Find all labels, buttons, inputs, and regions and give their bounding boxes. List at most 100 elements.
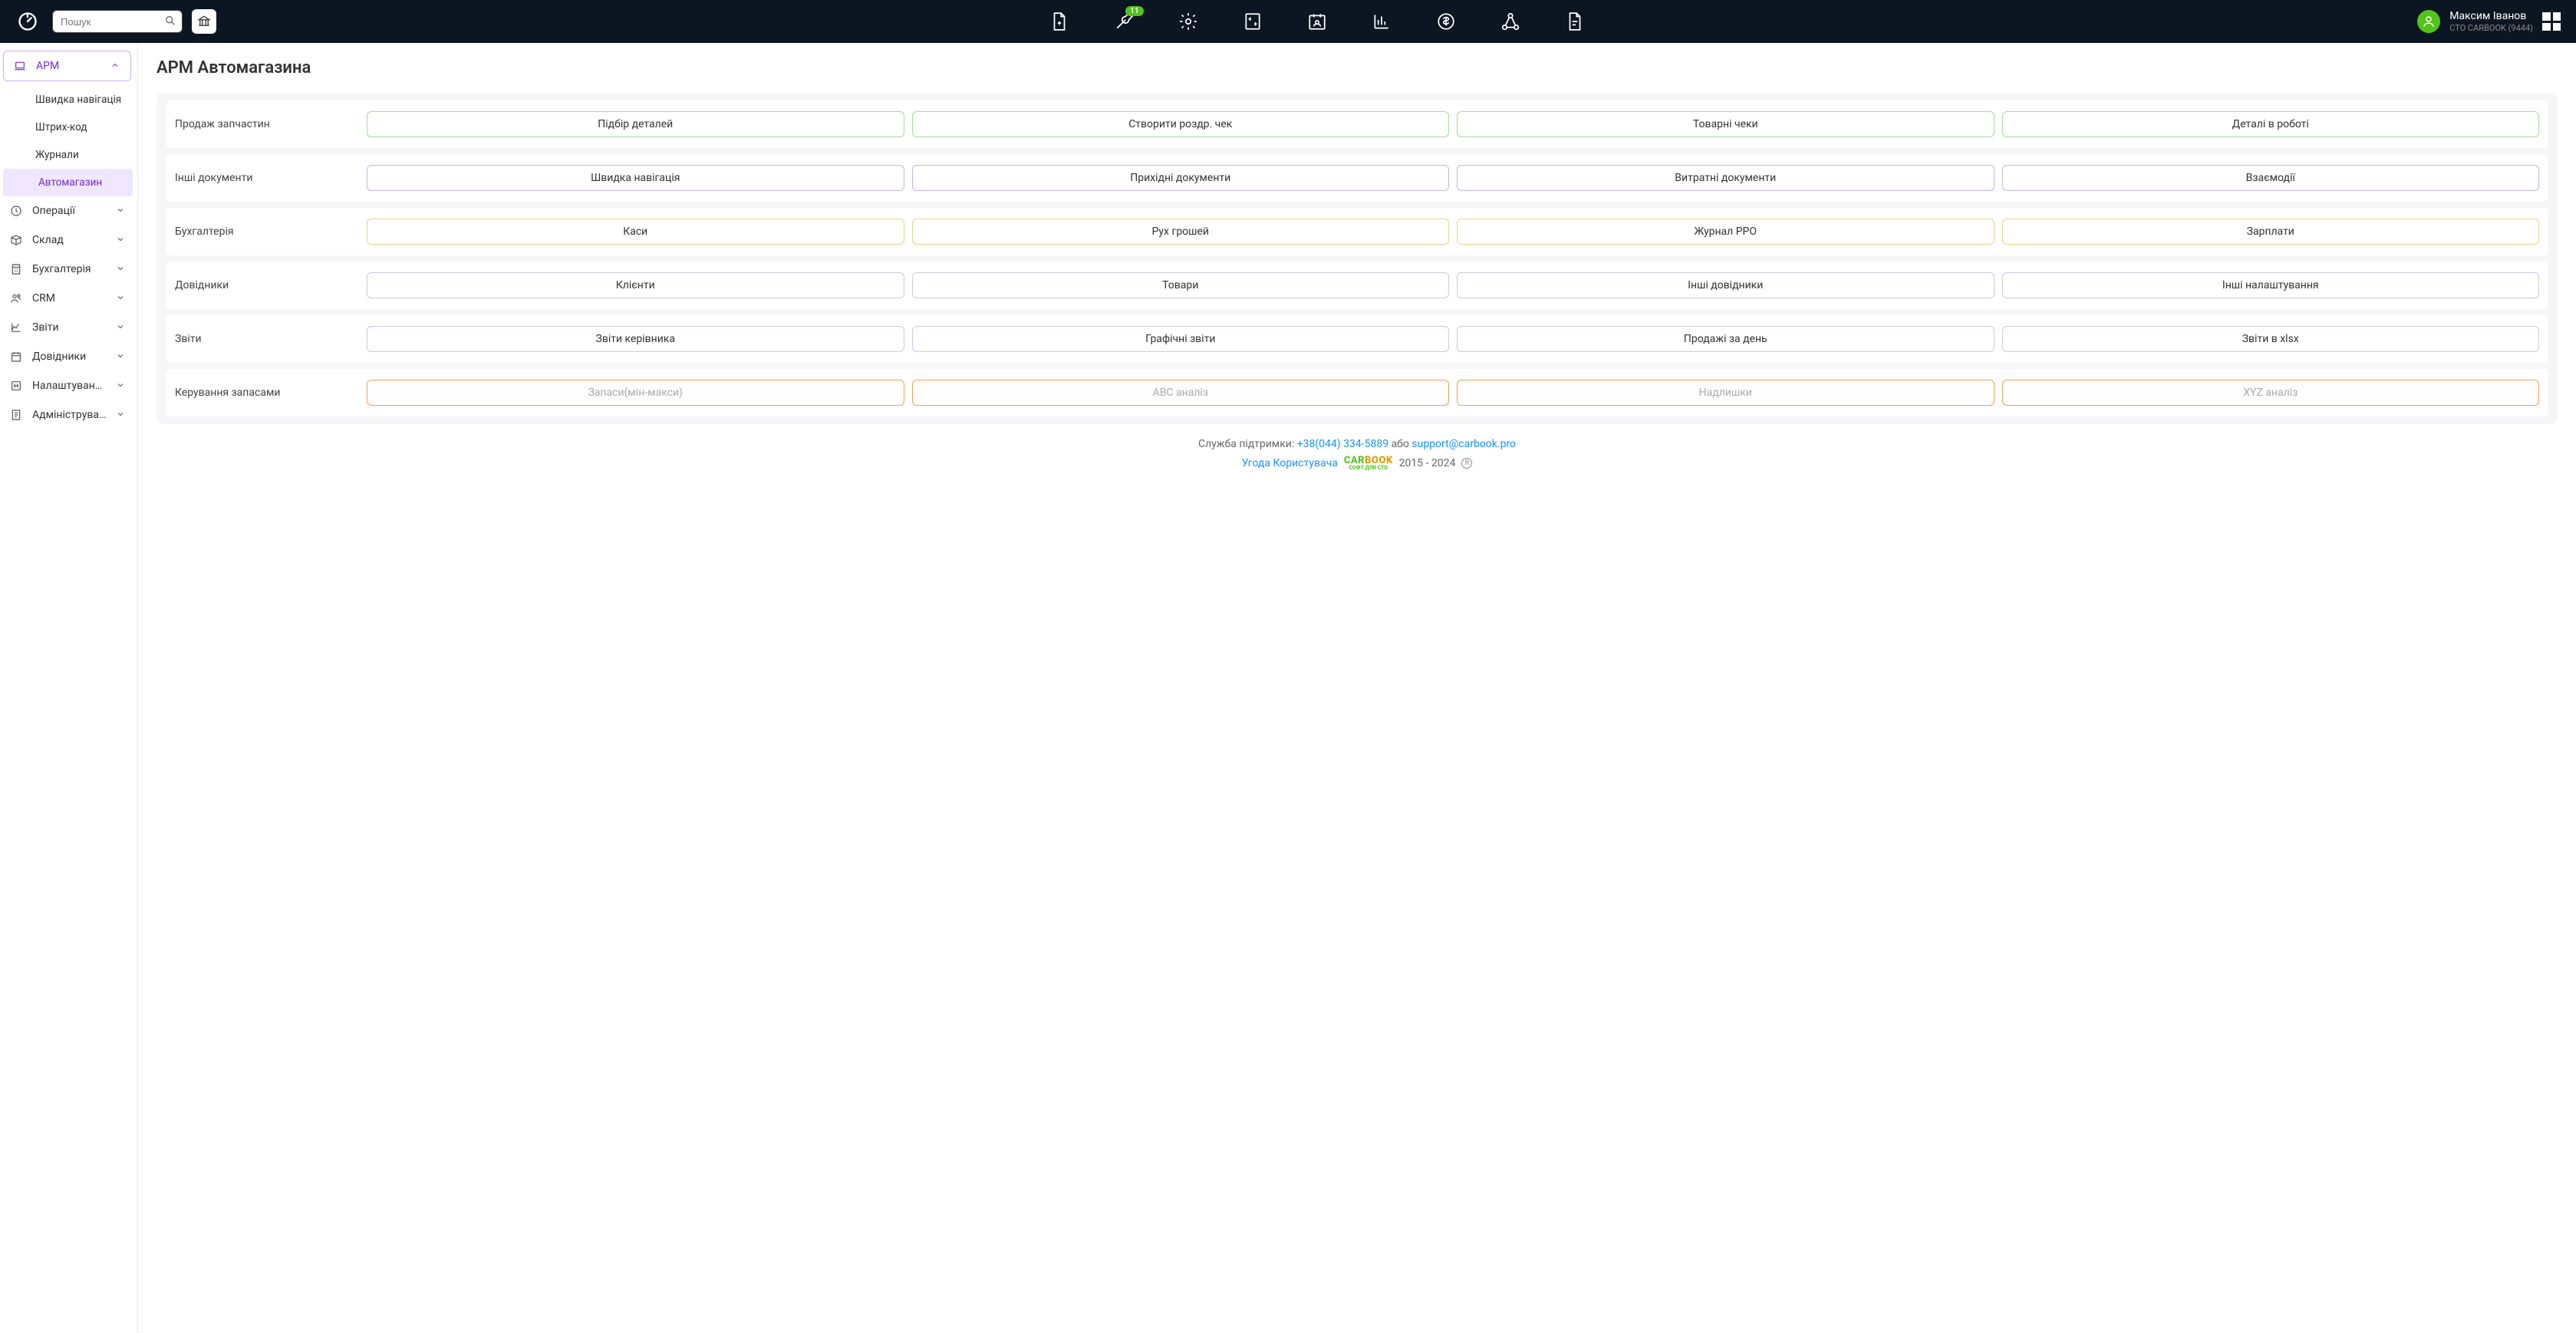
new-doc-icon[interactable] (1049, 11, 1070, 32)
button-group: Швидка навігація Прихідні документи Витрат… (367, 165, 2539, 191)
search-input[interactable] (52, 10, 183, 33)
sidebar-sub-journals[interactable]: Журнали (0, 141, 136, 169)
action-button[interactable]: Графічні звіти (912, 326, 1450, 352)
id-card-icon[interactable] (1306, 11, 1328, 32)
button-group: Підбір деталей Створити роздр. чек Товарні… (367, 111, 2539, 137)
doc-icon[interactable] (1564, 11, 1586, 32)
sidebar: АРМ Швидка навігація Штрих-код Журнали А… (0, 43, 138, 1333)
search-wrap (52, 10, 183, 33)
action-button[interactable]: Товари (912, 272, 1450, 298)
action-button[interactable]: Товарні чеки (1457, 111, 1995, 137)
action-button[interactable]: Зарплати (2002, 219, 2540, 245)
sliders-icon[interactable] (1242, 11, 1263, 32)
sidebar-sub-autoshop[interactable]: Автомагазин (3, 169, 133, 196)
user-org: СТО CARBOOK (9444) (2449, 23, 2533, 33)
sidebar-item[interactable]: CRM (0, 284, 136, 313)
sidebar-icon (9, 291, 23, 305)
action-button[interactable]: Створити роздр. чек (912, 111, 1450, 137)
wrench-icon[interactable]: 11 (1113, 11, 1135, 32)
footer-support-line: Служба підтримки: +38(044) 334-5889 або … (156, 438, 2558, 450)
avatar[interactable] (2417, 10, 2440, 33)
sidebar-item[interactable]: Звіти (0, 313, 136, 342)
footer: Служба підтримки: +38(044) 334-5889 або … (156, 424, 2558, 479)
action-button[interactable]: Деталі в роботі (2002, 111, 2540, 137)
section-row: Інші документиШвидка навігація Прихідні д… (166, 154, 2548, 202)
chevron-down-icon (116, 351, 127, 362)
chevron-down-icon (116, 264, 127, 275)
registered-icon: R (1461, 458, 1472, 469)
gear-icon[interactable] (1178, 11, 1199, 32)
action-button[interactable]: Рух грошей (912, 219, 1450, 245)
action-button: ABC аналіз (912, 380, 1450, 406)
support-phone[interactable]: +38(044) 334-5889 (1297, 438, 1388, 450)
section-label: Продаж запчастин (175, 118, 367, 130)
button-group: Каси Рух грошей Журнал РРО Зарплати (367, 219, 2539, 245)
sidebar-icon (9, 233, 23, 247)
sidebar-item[interactable]: Операції (0, 196, 136, 225)
sidebar-item[interactable]: Бухгалтерія (0, 255, 136, 284)
footer-or: або (1392, 438, 1412, 450)
apps-icon[interactable] (2542, 12, 2561, 31)
section-label: Інші документи (175, 172, 367, 184)
section-label: Керування запасами (175, 387, 367, 399)
sidebar-label: CRM (32, 292, 107, 304)
bank-button[interactable] (192, 9, 216, 34)
action-button[interactable]: Звіти керівника (367, 326, 904, 352)
agreement-link[interactable]: Угода Користувача (1242, 457, 1338, 469)
sidebar-sub-quick-nav[interactable]: Швидка навігація (0, 86, 136, 114)
action-button[interactable]: Підбір деталей (367, 111, 904, 137)
section-row: ЗвітиЗвіти керівника Графічні звіти Продаж… (166, 315, 2548, 363)
section-label: Бухгалтерія (175, 225, 367, 238)
chevron-down-icon (116, 293, 127, 304)
main-content: АРМ Автомагазина Продаж запчастинПідбір … (138, 43, 2576, 1333)
action-button[interactable]: Звіти в xlsx (2002, 326, 2540, 352)
sidebar-item[interactable]: Адміністрування (0, 400, 136, 430)
sidebar-item[interactable]: Налаштування (0, 371, 136, 400)
chevron-down-icon (116, 410, 127, 420)
sidebar-sub-barcode[interactable]: Штрих-код (0, 114, 136, 141)
action-button[interactable]: Журнал РРО (1457, 219, 1995, 245)
sidebar-item-arm[interactable]: АРМ (3, 51, 131, 81)
section-row: ДовідникиКлієнтиТовариІнші довідникиІнші… (166, 262, 2548, 309)
user-block[interactable]: Максим Іванов СТО CARBOOK (9444) (2449, 10, 2533, 33)
sidebar-icon (9, 408, 23, 422)
action-button[interactable]: Продажі за день (1457, 326, 1995, 352)
action-button[interactable]: Швидка навігація (367, 165, 904, 191)
sidebar-item[interactable]: Склад (0, 225, 136, 255)
footer-years: 2015 - 2024 (1399, 457, 1456, 469)
support-email[interactable]: support@carbook.pro (1412, 438, 1516, 450)
action-button[interactable]: Витратні документи (1457, 165, 1995, 191)
sections-panel: Продаж запчастинПідбір деталей Створити р… (156, 93, 2558, 424)
support-label: Служба підтримки: (1198, 438, 1297, 450)
action-button[interactable]: Інші налаштування (2002, 272, 2540, 298)
page-title: АРМ Автомагазина (156, 58, 2558, 77)
sidebar-icon (9, 262, 23, 276)
header-center-icons: 11 (222, 11, 2411, 32)
action-button[interactable]: Прихідні документи (912, 165, 1450, 191)
chevron-down-icon (116, 206, 127, 216)
action-button[interactable]: Інші довідники (1457, 272, 1995, 298)
button-group: Звіти керівника Графічні звіти Продажі за … (367, 326, 2539, 352)
sidebar-label: Бухгалтерія (32, 263, 107, 275)
share-icon[interactable] (1500, 11, 1521, 32)
action-button[interactable]: Взаємодії (2002, 165, 2540, 191)
sidebar-icon (9, 379, 23, 393)
badge-count: 11 (1125, 6, 1143, 16)
section-row: БухгалтеріяКаси Рух грошей Журнал РРО Зарпл… (166, 208, 2548, 255)
dollar-icon[interactable] (1435, 11, 1457, 32)
section-label: Звіти (175, 333, 367, 345)
action-button[interactable]: Клієнти (367, 272, 904, 298)
top-header: 11 Максим Іванов СТО CARBOOK (944 (0, 0, 2576, 43)
sidebar-label-arm: АРМ (36, 60, 101, 72)
header-right: Максим Іванов СТО CARBOOK (9444) (2417, 10, 2561, 33)
sidebar-item[interactable]: Довідники (0, 342, 136, 371)
sidebar-label: Операції (32, 205, 107, 217)
action-button[interactable]: Каси (367, 219, 904, 245)
sidebar-label: Довідники (32, 351, 107, 363)
action-button: XYZ аналіз (2002, 380, 2540, 406)
user-name: Максим Іванов (2449, 10, 2533, 23)
logo-icon[interactable] (15, 9, 40, 34)
search-icon (164, 15, 176, 27)
chart-icon[interactable] (1371, 11, 1392, 32)
sidebar-label: Налаштування (32, 380, 107, 392)
